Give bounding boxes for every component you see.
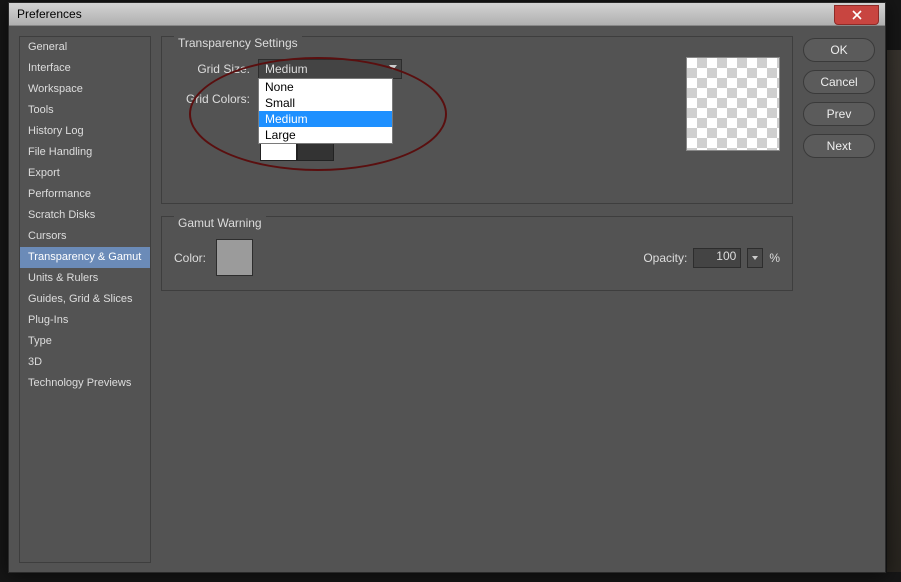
grid-size-dropdown-list: NoneSmallMediumLarge <box>258 78 393 144</box>
sidebar-item-file-handling[interactable]: File Handling <box>20 142 150 163</box>
sidebar-item-plug-ins[interactable]: Plug-Ins <box>20 310 150 331</box>
sidebar-item-tools[interactable]: Tools <box>20 100 150 121</box>
sidebar-item-interface[interactable]: Interface <box>20 58 150 79</box>
sidebar-item-performance[interactable]: Performance <box>20 184 150 205</box>
group-label: Transparency Settings <box>174 36 302 50</box>
sidebar-item-history-log[interactable]: History Log <box>20 121 150 142</box>
grid-colors-label: Grid Colors: <box>174 92 250 106</box>
sidebar-item-technology-previews[interactable]: Technology Previews <box>20 373 150 394</box>
sidebar-item-workspace[interactable]: Workspace <box>20 79 150 100</box>
sidebar-item-guides-grid-slices[interactable]: Guides, Grid & Slices <box>20 289 150 310</box>
next-button[interactable]: Next <box>803 134 875 158</box>
transparency-preview <box>686 57 780 151</box>
cancel-button[interactable]: Cancel <box>803 70 875 94</box>
opacity-stepper[interactable] <box>747 248 763 268</box>
grid-size-dropdown[interactable]: Medium NoneSmallMediumLarge <box>258 59 402 79</box>
chevron-down-icon <box>752 256 758 260</box>
grid-size-option-none[interactable]: None <box>259 79 392 95</box>
sidebar-item-export[interactable]: Export <box>20 163 150 184</box>
sidebar-item-transparency-gamut[interactable]: Transparency & Gamut <box>20 247 150 268</box>
sidebar-item-3d[interactable]: 3D <box>20 352 150 373</box>
close-icon <box>852 10 862 20</box>
prev-button[interactable]: Prev <box>803 102 875 126</box>
close-button[interactable] <box>834 5 879 25</box>
chevron-down-icon <box>389 65 397 70</box>
category-sidebar: GeneralInterfaceWorkspaceToolsHistory Lo… <box>19 36 151 563</box>
sidebar-item-units-rulers[interactable]: Units & Rulers <box>20 268 150 289</box>
group-label: Gamut Warning <box>174 216 266 230</box>
transparency-settings-group: Transparency Settings Grid Size: Medium … <box>161 36 793 204</box>
opacity-suffix: % <box>769 251 780 265</box>
sidebar-item-type[interactable]: Type <box>20 331 150 352</box>
grid-size-option-small[interactable]: Small <box>259 95 392 111</box>
sidebar-item-general[interactable]: General <box>20 37 150 58</box>
opacity-label: Opacity: <box>643 251 687 265</box>
gamut-warning-group: Gamut Warning Color: Opacity: 100 % <box>161 216 793 291</box>
window-title: Preferences <box>17 7 82 21</box>
sidebar-item-scratch-disks[interactable]: Scratch Disks <box>20 205 150 226</box>
grid-size-option-large[interactable]: Large <box>259 127 392 143</box>
sidebar-item-cursors[interactable]: Cursors <box>20 226 150 247</box>
gamut-color-label: Color: <box>174 251 206 265</box>
preferences-dialog: Preferences GeneralInterfaceWorkspaceToo… <box>8 2 886 573</box>
grid-size-label: Grid Size: <box>174 62 250 76</box>
ok-button[interactable]: OK <box>803 38 875 62</box>
gamut-color-swatch[interactable] <box>216 239 253 276</box>
grid-size-value: Medium <box>265 62 308 76</box>
titlebar[interactable]: Preferences <box>9 3 885 26</box>
grid-size-option-medium[interactable]: Medium <box>259 111 392 127</box>
opacity-input[interactable]: 100 <box>693 248 741 268</box>
